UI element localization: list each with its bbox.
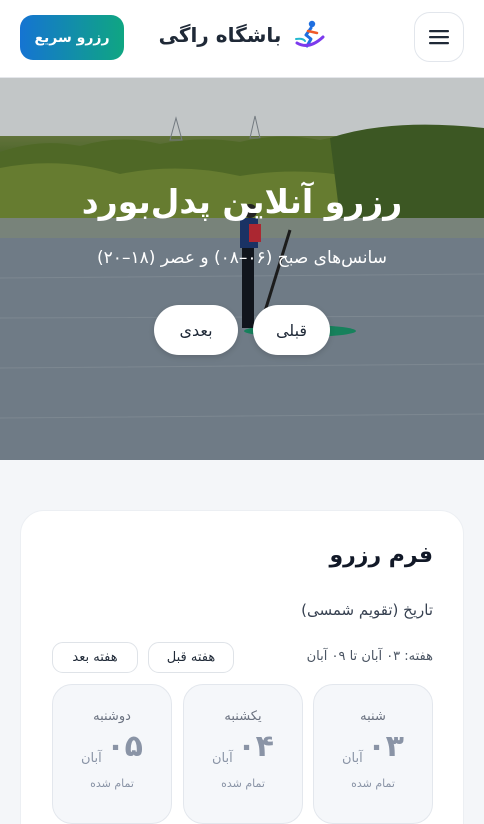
- day-name: شنبه: [360, 709, 386, 724]
- form-title: فرم رزرو: [329, 543, 433, 568]
- previous-week-button[interactable]: هفته قبل: [148, 642, 234, 673]
- day-number: ۰۳: [367, 729, 404, 764]
- hero-title: رزرو آنلاین پدل‌بورد: [81, 182, 403, 221]
- day-number: ۰۴: [237, 729, 274, 764]
- hero-section: رزرو آنلاین پدل‌بورد سانس‌های صبح (۰۶–۰۸…: [0, 78, 484, 460]
- reservation-form-card: فرم رزرو تاریخ (تقویم شمسی) هفته: ۰۳ آبا…: [20, 510, 464, 824]
- surfer-logo-icon: [295, 20, 325, 48]
- day-name: دوشنبه: [93, 709, 131, 724]
- date-label: تاریخ (تقویم شمسی): [301, 601, 433, 619]
- next-slide-button[interactable]: بعدی: [154, 305, 238, 355]
- day-status: تمام شده: [351, 777, 395, 790]
- day-month: آبان: [212, 751, 233, 766]
- day-number: ۰۵: [106, 729, 143, 764]
- quick-reserve-button[interactable]: رزرو سریع: [20, 15, 124, 60]
- day-status: تمام شده: [90, 777, 134, 790]
- day-card-monday[interactable]: دوشنبه ۰۵ آبان تمام شده: [52, 684, 172, 824]
- brand-title: باشگاه راگی: [158, 23, 282, 47]
- previous-slide-button[interactable]: قبلی: [253, 305, 330, 355]
- day-card-sunday[interactable]: یکشنبه ۰۴ آبان تمام شده: [183, 684, 303, 824]
- day-month: آبان: [81, 751, 102, 766]
- hero-background-image: [0, 78, 484, 460]
- top-bar: باشگاه راگی رزرو سریع: [0, 0, 484, 78]
- day-month: آبان: [342, 751, 363, 766]
- hero-subtitle: سانس‌های صبح (۰۶–۰۸) و عصر (۱۸–۲۰): [97, 248, 387, 268]
- day-name: یکشنبه: [224, 709, 262, 724]
- week-range-text: هفته: ۰۳ آبان تا ۰۹ آبان: [306, 649, 433, 664]
- day-card-saturday[interactable]: شنبه ۰۳ آبان تمام شده: [313, 684, 433, 824]
- next-week-button[interactable]: هفته بعد: [52, 642, 138, 673]
- day-status: تمام شده: [221, 777, 265, 790]
